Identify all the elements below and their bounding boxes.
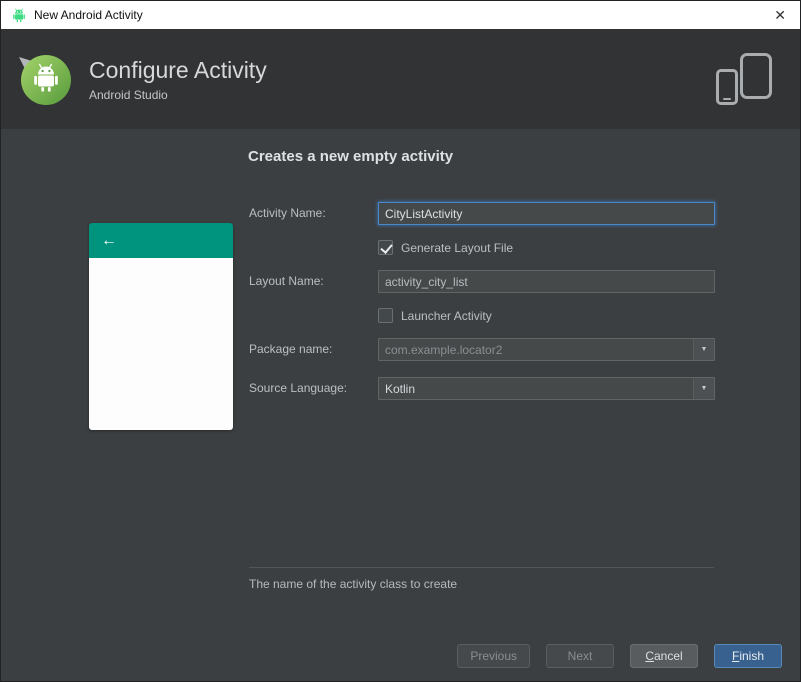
page-title: Creates a new empty activity: [248, 148, 454, 165]
source-language-label: Source Language:: [249, 381, 348, 395]
activity-name-row: Activity Name:: [249, 202, 715, 225]
wizard-title: Configure Activity: [89, 56, 267, 83]
layout-name-row: Layout Name:: [249, 270, 715, 293]
android-icon: [11, 7, 27, 23]
chevron-down-icon[interactable]: ▼: [693, 339, 714, 360]
button-bar: Previous Next Cancel Finish: [457, 644, 782, 668]
android-studio-logo: [17, 51, 73, 107]
layout-name-label: Layout Name:: [249, 274, 324, 288]
activity-preview-appbar: ←: [89, 223, 233, 258]
chevron-down-icon[interactable]: ▼: [693, 378, 714, 399]
cancel-button[interactable]: Cancel: [630, 644, 698, 668]
previous-button[interactable]: Previous: [457, 644, 530, 668]
phone-icon: [716, 69, 738, 105]
new-android-activity-dialog: New Android Activity ✕ Configure Activit…: [0, 0, 801, 682]
cancel-button-label: Cancel: [645, 649, 683, 663]
next-button-label: Next: [567, 649, 593, 663]
wizard-header: Configure Activity Android Studio: [1, 29, 800, 129]
phone-tablet-icon: [714, 53, 772, 105]
launcher-activity-row: Launcher Activity: [249, 307, 715, 324]
divider: [249, 567, 714, 568]
activity-preview: ←: [89, 223, 233, 430]
back-arrow-icon: ←: [101, 231, 117, 249]
tablet-icon: [740, 53, 772, 99]
next-button[interactable]: Next: [546, 644, 614, 668]
launcher-activity-label: Launcher Activity: [401, 308, 492, 323]
wizard-content: Creates a new empty activity ← Activity …: [1, 129, 800, 681]
titlebar: New Android Activity ✕: [1, 1, 800, 29]
generate-layout-label: Generate Layout File: [401, 240, 514, 255]
window-title: New Android Activity: [34, 8, 143, 22]
package-name-combobox[interactable]: com.example.locator2 ▼: [378, 338, 715, 361]
package-name-value: com.example.locator2: [385, 342, 503, 357]
source-language-row: Source Language: Kotlin ▼: [249, 377, 715, 400]
activity-name-label: Activity Name:: [249, 206, 326, 220]
launcher-activity-checkbox[interactable]: [378, 308, 393, 323]
previous-button-label: Previous: [470, 649, 517, 663]
finish-button-label: Finish: [731, 649, 765, 663]
activity-preview-body: [89, 258, 233, 430]
close-icon[interactable]: ✕: [770, 8, 790, 22]
package-name-row: Package name: com.example.locator2 ▼: [249, 338, 715, 361]
wizard-subtitle: Android Studio: [89, 87, 168, 102]
generate-layout-checkbox[interactable]: [378, 240, 393, 255]
status-text: The name of the activity class to create: [249, 577, 458, 591]
source-language-combobox[interactable]: Kotlin ▼: [378, 377, 715, 400]
activity-name-input[interactable]: [378, 202, 715, 225]
source-language-value: Kotlin: [385, 381, 416, 396]
package-name-label: Package name:: [249, 342, 333, 356]
header-text: Configure Activity Android Studio: [89, 57, 714, 102]
finish-button[interactable]: Finish: [714, 644, 782, 668]
layout-name-input[interactable]: [378, 270, 715, 293]
activity-form: Activity Name: Generate Layout File Layo…: [249, 202, 715, 414]
generate-layout-row: Generate Layout File: [249, 239, 715, 256]
